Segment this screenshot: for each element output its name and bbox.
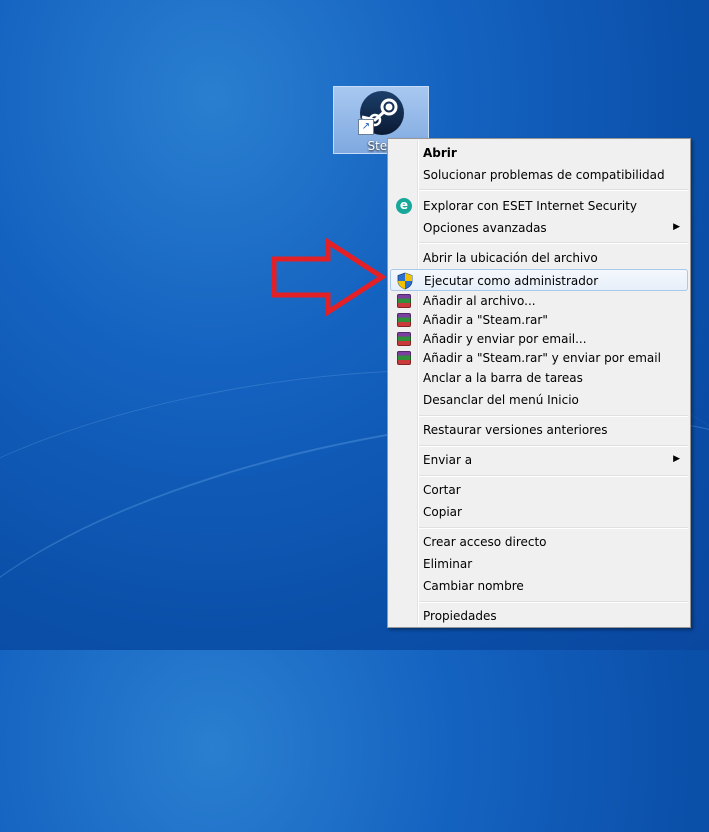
menu-item-eset-scan[interactable]: e Explorar con ESET Internet Security	[390, 195, 688, 217]
winrar-icon	[395, 311, 413, 329]
menu-item-label: Desanclar del menú Inicio	[423, 393, 579, 407]
menu-item-pin-taskbar[interactable]: Anclar a la barra de tareas	[390, 367, 688, 389]
menu-item-label: Propiedades	[423, 609, 497, 623]
menu-separator	[419, 527, 688, 529]
menu-item-add-steam-rar-and-email[interactable]: Añadir a "Steam.rar" y enviar por email	[390, 347, 688, 369]
menu-item-label: Opciones avanzadas	[423, 221, 547, 235]
shortcut-arrow-icon: ↗	[358, 119, 374, 135]
menu-separator	[419, 601, 688, 603]
menu-item-label: Cambiar nombre	[423, 579, 524, 593]
menu-item-run-as-admin[interactable]: Ejecutar como administrador	[390, 269, 688, 291]
menu-item-unpin-start[interactable]: Desanclar del menú Inicio	[390, 389, 688, 411]
menu-item-advanced-options[interactable]: Opciones avanzadas ▶	[390, 217, 688, 239]
menu-item-label: Eliminar	[423, 557, 473, 571]
winrar-icon	[395, 292, 413, 310]
menu-item-label: Añadir a "Steam.rar" y enviar por email	[423, 351, 661, 365]
menu-item-label: Abrir	[423, 146, 457, 160]
winrar-icon	[395, 349, 413, 367]
menu-item-label: Explorar con ESET Internet Security	[423, 199, 638, 213]
menu-separator	[419, 242, 688, 244]
menu-item-copy[interactable]: Copiar	[390, 501, 688, 523]
submenu-arrow-icon: ▶	[673, 222, 680, 232]
menu-item-cut[interactable]: Cortar	[390, 479, 688, 501]
menu-separator	[419, 475, 688, 477]
menu-item-label: Ejecutar como administrador	[424, 274, 599, 288]
menu-item-send-to[interactable]: Enviar a ▶	[390, 449, 688, 471]
menu-item-abrir[interactable]: Abrir	[390, 142, 688, 164]
menu-item-label: Abrir la ubicación del archivo	[423, 251, 598, 265]
menu-item-label: Anclar a la barra de tareas	[423, 371, 583, 385]
winrar-icon	[395, 330, 413, 348]
eset-icon: e	[395, 197, 413, 215]
menu-item-compatibility[interactable]: Solucionar problemas de compatibilidad	[390, 164, 688, 186]
menu-separator	[419, 445, 688, 447]
menu-item-rename[interactable]: Cambiar nombre	[390, 575, 688, 597]
menu-item-label: Añadir al archivo...	[423, 294, 536, 308]
menu-separator	[419, 189, 688, 191]
menu-item-restore-versions[interactable]: Restaurar versiones anteriores	[390, 419, 688, 441]
menu-item-label: Enviar a	[423, 453, 473, 467]
menu-item-delete[interactable]: Eliminar	[390, 553, 688, 575]
menu-item-open-file-location[interactable]: Abrir la ubicación del archivo	[390, 247, 688, 269]
menu-item-label: Añadir y enviar por email...	[423, 332, 587, 346]
menu-item-create-shortcut[interactable]: Crear acceso directo	[390, 531, 688, 553]
uac-shield-icon	[396, 272, 414, 290]
menu-item-label: Cortar	[423, 483, 461, 497]
menu-item-label: Restaurar versiones anteriores	[423, 423, 608, 437]
menu-separator	[419, 415, 688, 417]
context-menu: Abrir Solucionar problemas de compatibil…	[387, 138, 691, 628]
menu-item-label: Solucionar problemas de compatibilidad	[423, 168, 665, 182]
menu-item-properties[interactable]: Propiedades	[390, 605, 688, 627]
red-arrow-icon	[271, 238, 387, 316]
menu-item-label: Añadir a "Steam.rar"	[423, 313, 548, 327]
menu-item-label: Copiar	[423, 505, 462, 519]
submenu-arrow-icon: ▶	[673, 454, 680, 464]
menu-item-label: Crear acceso directo	[423, 535, 547, 549]
